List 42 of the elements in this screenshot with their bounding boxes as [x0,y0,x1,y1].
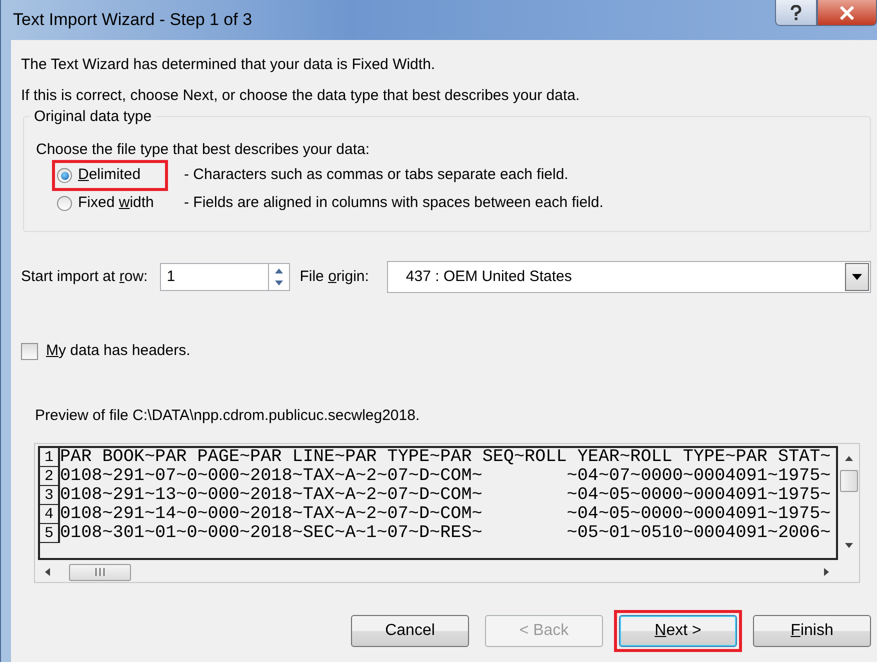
window-title: Text Import Wizard - Step 1 of 3 [13,9,252,32]
preview-line: 0108~301~01~0~000~2018~SEC~A~1~07~D~RES~ ~05~01~0510~0004091~2006~ [60,524,831,543]
preview-line: 0108~291~14~0~000~2018~TAX~A~2~07~D~COM~ ~04~05~0000~0004091~1975~ [60,505,831,524]
checkbox[interactable] [21,342,38,360]
grip-icon [94,568,106,576]
scroll-right-icon[interactable] [823,567,831,577]
prompt-text: Choose the file type that best describes your data: [36,140,371,160]
dialog-button[interactable]: Cancel [351,615,469,647]
row-number-field[interactable]: 1 [160,263,268,291]
close-icon [839,6,855,20]
line-number: 3 [40,486,60,505]
intro-text: The Text Wizard has determined that your data is Fixed Width. [21,55,436,75]
start-row-label: Start import at row: [21,266,148,287]
help-button[interactable] [775,0,817,26]
dialog-button[interactable]: Finish [753,615,871,647]
option-label[interactable]: Delimited [78,164,141,187]
line-number: 2 [40,467,60,486]
scroll-up-icon[interactable] [844,454,854,462]
preview-line: 0108~291~07~0~000~2018~TAX~A~2~07~D~COM~ ~04~07~0000~0004091~1975~ [60,467,831,486]
scroll-left-icon[interactable] [43,567,51,577]
line-number: 4 [40,505,60,524]
close-button[interactable] [817,0,877,26]
help-icon [789,4,803,20]
line-number: 1 [40,448,60,467]
radio-button[interactable] [57,196,72,211]
preview-line: 0108~291~13~0~000~2018~TAX~A~2~07~D~COM~ ~04~05~0000~0004091~1975~ [60,486,831,505]
dialog-button[interactable]: Next > [619,615,737,647]
option-description: - Characters such as commas or tabs separate each field. [184,165,568,186]
radio-button[interactable] [57,168,72,183]
line-number: 5 [40,524,60,543]
dropdown-arrow-icon[interactable] [852,274,862,280]
file-origin-label: File origin: [300,266,369,287]
option-description: - Fields are aligned in columns with spaces between each field. [184,193,604,214]
file-origin-dropdown[interactable]: 437 : OEM United States [386,261,871,293]
scroll-down-icon[interactable] [844,542,854,550]
preview-line: PAR BOOK~PAR PAGE~PAR LINE~PAR TYPE~PAR SEQ~ROLL YEAR~ROLL TYPE~PAR STAT~ [60,448,831,467]
scrollbar-thumb[interactable] [69,564,131,580]
preview-caption: Preview of file C:\DATA\npp.cdrom.publicuc.secwleg2018. [35,406,421,426]
checkbox-label[interactable]: My data has headers. [46,340,190,362]
option-label[interactable]: Fixed width [78,192,154,215]
intro-text: If this is correct, choose Next, or choose the data type that best describes your data. [21,86,581,106]
scrollbar-thumb[interactable] [840,470,858,492]
